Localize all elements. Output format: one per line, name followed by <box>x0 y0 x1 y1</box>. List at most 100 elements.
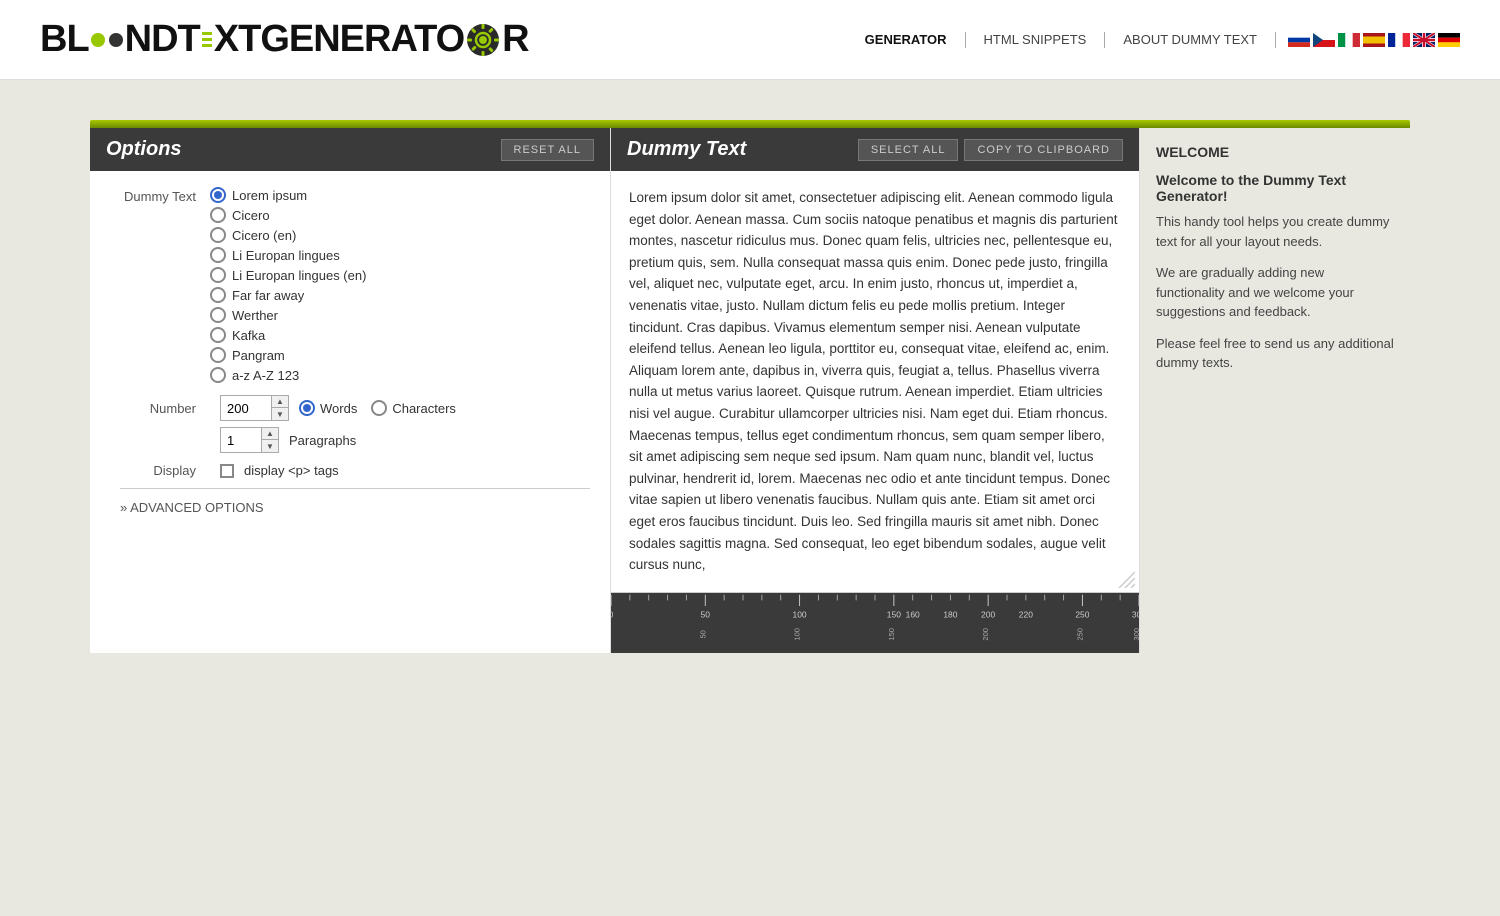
radio-words-label: Words <box>320 401 357 416</box>
flag-ru[interactable] <box>1288 33 1310 47</box>
svg-text:250: 250 <box>1075 609 1089 619</box>
main-wrapper: Options RESET ALL Dummy Text Lorem ipsum <box>50 120 1450 653</box>
ruler: 0 50 100 150 160 180 200 220 250 300 50 <box>611 593 1139 653</box>
number-input[interactable] <box>221 397 271 420</box>
svg-text:200: 200 <box>981 609 995 619</box>
content-layout: Options RESET ALL Dummy Text Lorem ipsum <box>90 128 1410 653</box>
radio-cicero-en-input[interactable] <box>210 227 226 243</box>
radio-li-europan-input[interactable] <box>210 247 226 263</box>
svg-text:220: 220 <box>1019 609 1033 619</box>
svg-text:150: 150 <box>887 609 901 619</box>
welcome-subtitle: Welcome to the Dummy Text Generator! <box>1156 172 1394 204</box>
logo-lines-icon <box>202 32 212 47</box>
advanced-options-link[interactable]: » ADVANCED OPTIONS <box>120 500 264 515</box>
svg-text:250: 250 <box>1075 628 1084 641</box>
radio-pangram-input[interactable] <box>210 347 226 363</box>
radio-words[interactable]: Words <box>299 400 357 416</box>
radio-cicero-input[interactable] <box>210 207 226 223</box>
radio-werther[interactable]: Werther <box>210 307 366 323</box>
header: BL NDT XTGENERATO <box>0 0 1500 80</box>
dummy-actions: SELECT ALL COPY TO CLIPBOARD <box>858 139 1123 161</box>
words-characters-group: Words Characters <box>299 400 456 416</box>
radio-werther-input[interactable] <box>210 307 226 323</box>
svg-text:50: 50 <box>701 609 711 619</box>
svg-text:50: 50 <box>698 630 707 638</box>
radio-li-europan-en-label: Li Europan lingues (en) <box>232 268 366 283</box>
radio-cicero-label: Cicero <box>232 208 270 223</box>
display-p-tags-checkbox[interactable] <box>220 464 234 478</box>
select-all-button[interactable]: SELECT ALL <box>858 139 959 161</box>
number-down-button[interactable]: ▼ <box>272 408 288 420</box>
green-bar <box>90 120 1410 128</box>
radio-li-europan-en-input[interactable] <box>210 267 226 283</box>
number-spinners: ▲ ▼ <box>271 396 288 420</box>
nav-html-snippets[interactable]: HTML SNIPPETS <box>970 32 1101 47</box>
svg-text:160: 160 <box>906 609 920 619</box>
dummy-panel: Dummy Text SELECT ALL COPY TO CLIPBOARD … <box>610 128 1140 653</box>
paragraphs-row: ▲ ▼ Paragraphs <box>120 427 590 453</box>
svg-text:150: 150 <box>887 628 896 641</box>
radio-kafka[interactable]: Kafka <box>210 327 366 343</box>
flag-cz[interactable] <box>1313 33 1335 47</box>
paragraphs-label: Paragraphs <box>289 433 356 448</box>
radio-li-europan-label: Li Europan lingues <box>232 248 340 263</box>
radio-pangram-label: Pangram <box>232 348 285 363</box>
flag-de[interactable] <box>1438 33 1460 47</box>
nav-generator[interactable]: GENERATOR <box>851 32 961 47</box>
text-type-radios: Lorem ipsum Cicero Cicero (en) Li E <box>210 187 366 385</box>
nav-divider-2 <box>1104 32 1105 48</box>
radio-kafka-input[interactable] <box>210 327 226 343</box>
paragraphs-down-button[interactable]: ▼ <box>262 440 278 452</box>
options-body: Dummy Text Lorem ipsum Cicero Cicero <box>90 171 610 531</box>
radio-li-europan-en[interactable]: Li Europan lingues (en) <box>210 267 366 283</box>
radio-az123-input[interactable] <box>210 367 226 383</box>
radio-lorem-ipsum-input[interactable] <box>210 187 226 203</box>
flag-fr[interactable] <box>1388 33 1410 47</box>
options-panel: Options RESET ALL Dummy Text Lorem ipsum <box>90 128 610 653</box>
radio-cicero[interactable]: Cicero <box>210 207 366 223</box>
dummy-text-paragraph: Lorem ipsum dolor sit amet, consectetuer… <box>629 187 1121 576</box>
radio-characters-input[interactable] <box>371 400 387 416</box>
number-row: Number ▲ ▼ Words <box>120 395 590 421</box>
radio-kafka-label: Kafka <box>232 328 265 343</box>
number-up-button[interactable]: ▲ <box>272 396 288 408</box>
radio-cicero-en[interactable]: Cicero (en) <box>210 227 366 243</box>
welcome-para3: Please feel free to send us any addition… <box>1156 334 1394 373</box>
radio-words-input[interactable] <box>299 400 315 416</box>
logo: BL NDT XTGENERATO <box>40 18 529 61</box>
radio-characters[interactable]: Characters <box>371 400 456 416</box>
welcome-para1: This handy tool helps you create dummy t… <box>1156 212 1394 251</box>
paragraphs-input-wrap: ▲ ▼ <box>220 427 279 453</box>
dummy-header: Dummy Text SELECT ALL COPY TO CLIPBOARD <box>611 128 1139 171</box>
display-row: Display display <p> tags <box>120 463 590 478</box>
radio-lorem-ipsum[interactable]: Lorem ipsum <box>210 187 366 203</box>
radio-far-away[interactable]: Far far away <box>210 287 366 303</box>
radio-far-away-input[interactable] <box>210 287 226 303</box>
radio-cicero-en-label: Cicero (en) <box>232 228 296 243</box>
svg-text:300: 300 <box>1132 628 1139 641</box>
dummy-text-content: Lorem ipsum dolor sit amet, consectetuer… <box>611 171 1139 593</box>
nav-about[interactable]: ABOUT DUMMY TEXT <box>1109 32 1271 47</box>
welcome-para2: We are gradually adding new functionalit… <box>1156 263 1394 322</box>
reset-all-button[interactable]: RESET ALL <box>501 139 595 161</box>
options-title: Options <box>106 138 182 161</box>
flag-uk[interactable] <box>1413 33 1435 47</box>
flag-it[interactable] <box>1338 33 1360 47</box>
logo-dot-1 <box>91 33 105 47</box>
radio-li-europan[interactable]: Li Europan lingues <box>210 247 366 263</box>
options-header: Options RESET ALL <box>90 128 610 171</box>
radio-az123-label: a-z A-Z 123 <box>232 368 299 383</box>
flag-es[interactable] <box>1363 33 1385 47</box>
resize-handle-icon[interactable] <box>1115 568 1135 588</box>
radio-werther-label: Werther <box>232 308 278 323</box>
nav-divider-1 <box>965 32 966 48</box>
display-p-tags-label: display <p> tags <box>244 463 339 478</box>
radio-far-away-label: Far far away <box>232 288 304 303</box>
logo-gear-icon <box>465 22 501 58</box>
radio-pangram[interactable]: Pangram <box>210 347 366 363</box>
number-label: Number <box>120 401 210 416</box>
radio-az123[interactable]: a-z A-Z 123 <box>210 367 366 383</box>
paragraphs-up-button[interactable]: ▲ <box>262 428 278 440</box>
copy-to-clipboard-button[interactable]: COPY TO CLIPBOARD <box>964 139 1123 161</box>
paragraphs-input[interactable] <box>221 429 261 452</box>
